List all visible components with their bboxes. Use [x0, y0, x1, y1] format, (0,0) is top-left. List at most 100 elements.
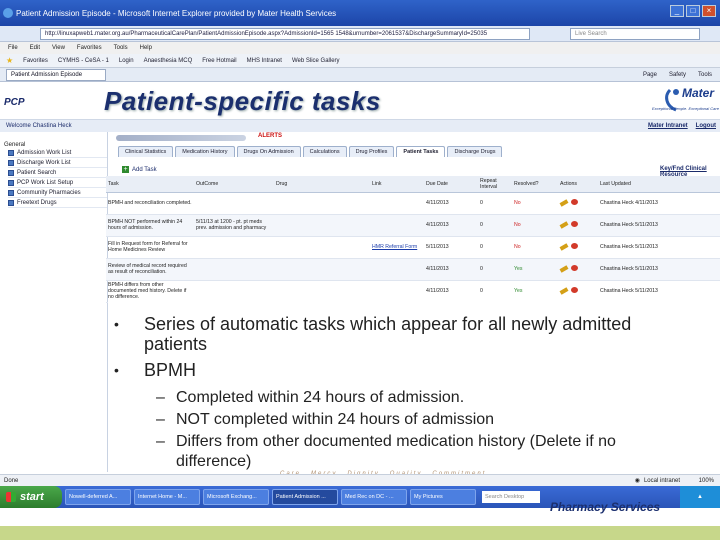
bullet-dash: – [156, 411, 165, 428]
sidebar-item-community-pharmacies[interactable]: Community Pharmacies [8, 188, 107, 198]
tab-patient-tasks[interactable]: Patient Tasks [396, 146, 446, 157]
edit-icon[interactable] [559, 287, 569, 295]
sub-bullet-item: – NOT completed within 24 hours of admis… [156, 410, 494, 430]
page-menu[interactable]: Page [643, 72, 657, 78]
sidebar-item-label: Patient Search [17, 169, 57, 176]
tab-discharge-drugs[interactable]: Discharge Drugs [447, 146, 503, 157]
tab-calculations[interactable]: Calculations [302, 146, 347, 157]
sidebar-item-patient-search[interactable]: Patient Search [8, 168, 107, 178]
due-date-cell: 4/11/2013 [424, 192, 478, 215]
zone-text: Local intranet [643, 477, 680, 484]
taskbar-item[interactable]: Internet Home - M... [134, 489, 200, 505]
drug-cell [274, 258, 370, 281]
sub-bullet-continuation: difference) [176, 453, 252, 470]
outcome-cell [194, 192, 274, 215]
add-task-button[interactable]: + Add Task [122, 166, 157, 173]
last-updated-cell: Chastina Heck 5/11/2013 [598, 236, 720, 259]
tab-drugs-on-admission[interactable]: Drugs On Admission [236, 146, 301, 157]
browser-tab[interactable]: Patient Admission Episode [6, 68, 106, 81]
pharmacy-icon [8, 189, 14, 196]
tab-clinical-statistics[interactable]: Clinical Statistics [118, 146, 174, 157]
column-header: Last Updated [598, 176, 720, 193]
favorite-link[interactable]: Login [119, 58, 134, 64]
column-header: OutCome [194, 176, 274, 193]
delete-icon[interactable] [571, 221, 578, 227]
zoom-level[interactable]: 100% [699, 478, 714, 484]
start-button[interactable]: start [0, 486, 62, 508]
favorite-link[interactable]: Web Slice Gallery [292, 58, 340, 64]
slide-bullets: • Series of automatic tasks which appear… [108, 302, 720, 472]
delete-icon[interactable] [571, 287, 578, 293]
slide-title: Patient-specific tasks [104, 86, 381, 116]
favorites-button[interactable]: Favorites [23, 58, 48, 64]
favorites-star-icon[interactable]: ★ [6, 56, 13, 65]
taskbar-item[interactable]: Microsoft Exchang... [203, 489, 269, 505]
sidebar-item-discharge-work-list[interactable]: Discharge Work List [8, 158, 107, 168]
menu-view[interactable]: View [52, 45, 65, 51]
column-header: Repeat Interval [478, 176, 512, 193]
bullet-item: • BPMH [114, 360, 196, 380]
menu-file[interactable]: File [8, 45, 18, 51]
window-title: Patient Admission Episode - Microsoft In… [16, 8, 337, 18]
due-date-cell: 4/11/2013 [424, 280, 478, 303]
tab-drug-profiles[interactable]: Drug Profiles [348, 146, 395, 157]
intranet-link[interactable]: Mater Intranet [648, 123, 688, 129]
delete-icon[interactable] [571, 199, 578, 205]
favorite-link[interactable]: Free Hotmail [202, 58, 236, 64]
sidebar-item-pcp-work-list-setup[interactable]: PCP Work List Setup [8, 178, 107, 188]
resolved-cell: No [512, 236, 558, 259]
search-icon [8, 169, 14, 176]
task-cell: Fill in Request form for Referral for Ho… [106, 236, 194, 259]
outcome-cell: 5/11/13 at 1200 - pt. pt meds prev. admi… [194, 214, 274, 237]
close-button[interactable]: × [702, 5, 716, 17]
taskbar-item[interactable]: Patient Admission ... [272, 489, 338, 505]
edit-icon[interactable] [559, 243, 569, 251]
tab-medication-history[interactable]: Medication History [175, 146, 235, 157]
resolved-cell: Yes [512, 280, 558, 303]
delete-icon[interactable] [571, 265, 578, 271]
actions-cell [558, 214, 598, 237]
actions-cell [558, 192, 598, 215]
tasks-table: Task OutCome Drug Link Due Date Repeat I… [106, 176, 720, 303]
url-input[interactable]: http://linuxapweb1.mater.org.au/Pharmace… [40, 27, 530, 40]
sidebar-item-freetext-drugs[interactable]: Freetext Drugs [8, 198, 107, 208]
favorite-link[interactable]: CYMHS - CeSA - 1 [58, 58, 109, 64]
pharmacy-services-label: Pharmacy Services [550, 500, 661, 514]
taskbar-item[interactable]: Med Rec on DC - ... [341, 489, 407, 505]
link-cell [370, 258, 424, 281]
tools-menu[interactable]: Tools [698, 72, 712, 78]
sidebar-item-admission-work-list[interactable]: Admission Work List [8, 148, 107, 158]
bullet-item: • Series of automatic tasks which appear… [114, 314, 631, 334]
search-input[interactable]: Live Search [570, 27, 700, 40]
task-cell: BPMH NOT performed within 24 hours of ad… [106, 214, 194, 237]
table-row: BPMH differs from other documented med h… [106, 280, 720, 303]
last-updated-cell: Chastina Heck 5/11/2013 [598, 214, 720, 237]
menu-tools[interactable]: Tools [114, 45, 128, 51]
edit-icon[interactable] [559, 221, 569, 229]
maximize-button[interactable]: □ [686, 5, 700, 17]
delete-icon[interactable] [571, 243, 578, 249]
link-cell [370, 214, 424, 237]
desktop-search-input[interactable]: Search Desktop [482, 491, 540, 503]
favorite-link[interactable]: MHS Intranet [247, 58, 282, 64]
alerts-label[interactable]: ALERTS [258, 133, 282, 139]
favorite-link[interactable]: Anaesthesia MCQ [144, 58, 193, 64]
hmr-referral-link[interactable]: HMR Referral Form [370, 236, 424, 259]
system-tray[interactable]: ▲ [680, 486, 720, 508]
table-row: Review of medical record required as res… [106, 258, 720, 281]
menu-edit[interactable]: Edit [30, 45, 40, 51]
menu-help[interactable]: Help [140, 45, 152, 51]
menu-favorites[interactable]: Favorites [77, 45, 102, 51]
edit-icon[interactable] [559, 265, 569, 273]
taskbar-item[interactable]: My Pictures [410, 489, 476, 505]
task-cell: BPMH and reconciliation completed. [106, 192, 194, 215]
logout-link[interactable]: Logout [696, 123, 716, 129]
bullet-dot: • [114, 362, 119, 378]
menu-bar: File Edit View Favorites Tools Help [0, 42, 720, 54]
edit-icon[interactable] [559, 199, 569, 207]
safety-menu[interactable]: Safety [669, 72, 686, 78]
table-row: Fill in Request form for Referral for Ho… [106, 236, 720, 259]
taskbar-item[interactable]: Nowell-deferred A... [65, 489, 131, 505]
minimize-button[interactable]: _ [670, 5, 684, 17]
command-bar: Page Safety Tools [643, 72, 712, 78]
